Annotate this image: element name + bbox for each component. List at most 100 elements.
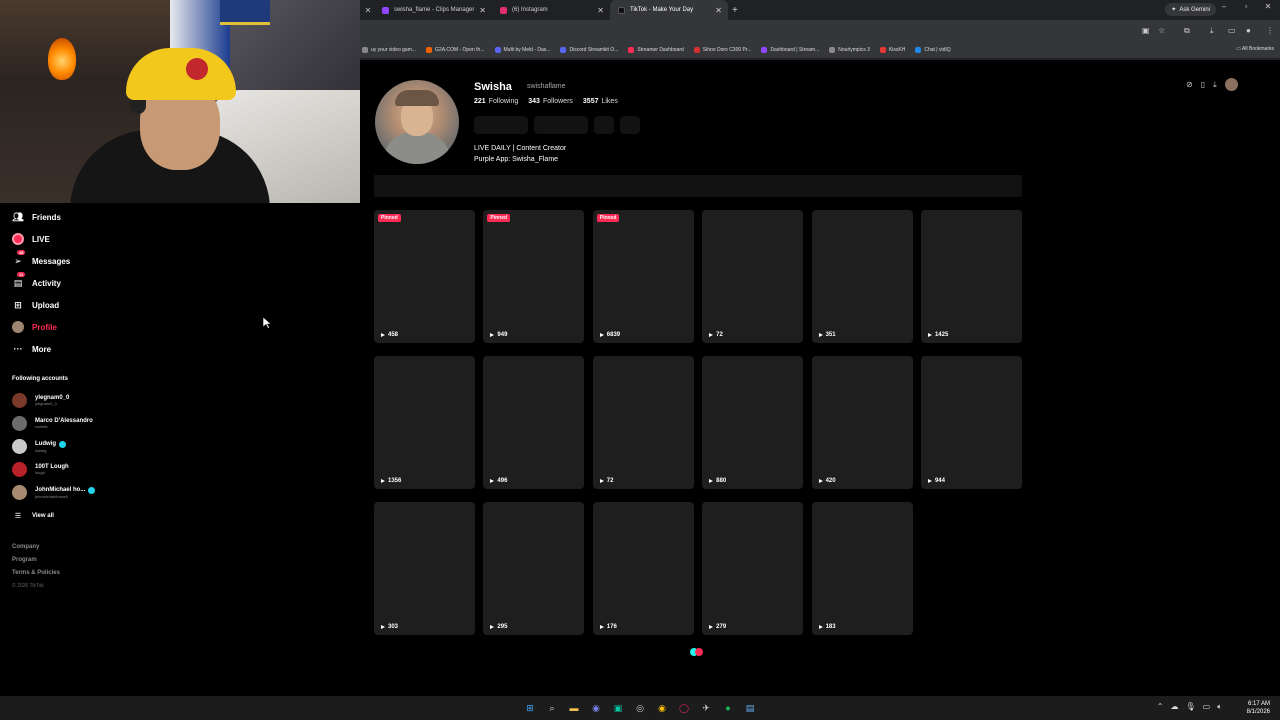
sidebar-item-upload[interactable]: ⊞ Upload [12,299,59,311]
sidepanel-icon[interactable]: ▭ [1228,26,1236,35]
following-account-item[interactable]: Ludwig ludwig [12,439,66,454]
following-account-item[interactable]: Marco D'Alessandro codelis [12,416,93,431]
bookmark-item[interactable]: Discord Streamkit O... [560,47,618,53]
bookmark-item[interactable]: Nourlympics 3 [829,47,870,53]
system-clock[interactable]: 6:17 AM 8/1/2026 [1247,700,1270,716]
search-icon[interactable]: ⌕ [544,700,560,716]
followers-stat[interactable]: 343 Followers [528,98,573,105]
sidebar-item-live[interactable]: LIVE [12,233,50,245]
speaker-icon[interactable]: 🔈︎ [1217,702,1222,712]
bookmark-item[interactable]: G2A.COM - Open th... [426,47,485,53]
video-card[interactable]: 496 [483,356,585,489]
windows-start-icon[interactable]: ⊞ [522,700,538,716]
steam-icon[interactable]: ✈︎ [698,700,714,716]
video-card[interactable]: 72 [592,356,694,489]
bookmark-item[interactable]: Streamer Dashboard [628,47,684,53]
sidebar-item-more[interactable]: ··· More [12,343,52,355]
download-icon[interactable]: ⤓ [1210,26,1214,36]
video-card[interactable]: 1356 [374,356,475,489]
cloud-icon[interactable]: ☁︎ [1170,702,1178,712]
video-grid: Pinned 458 Pinned 949 Pinned 6839 72 351 1425 135… [374,210,1022,635]
video-card[interactable]: 72 [702,210,804,343]
footer-link-program[interactable]: Program [12,557,37,563]
video-card[interactable]: 1425 [920,210,1022,343]
all-bookmarks-button[interactable]: ▭ All Bookmarks [1236,46,1274,52]
edit-profile-button[interactable] [474,116,528,134]
app-icon[interactable]: ▣ [610,700,626,716]
profile-avatar[interactable] [375,80,459,164]
following-account-item[interactable]: ylegnam0_0 ylegnam0_0 [12,393,69,408]
tab-instagram[interactable]: (6) Instagram ✕ [492,0,610,20]
bookmark-item[interactable]: Chat | vidIQ [915,47,951,53]
sidebar-item-friends[interactable]: 👥︎ Friends [12,211,61,223]
play-icon [818,625,823,629]
chrome-icon[interactable]: ◉ [654,700,670,716]
video-card[interactable]: 279 [702,502,804,635]
video-card[interactable]: 880 [702,356,804,489]
close-icon[interactable]: ✕ [479,6,486,15]
bookmark-item[interactable]: Dashboard | Stream... [761,47,819,53]
microphone-icon[interactable]: 🎙︎ [1185,702,1195,712]
close-window-button[interactable]: ✕ [1260,2,1276,11]
new-tab-button[interactable]: + [732,5,738,16]
settings-button[interactable] [594,116,614,134]
following-account-item[interactable]: JohnMichael ho... johnmichaelhowell [12,485,96,500]
following-stat[interactable]: 221 Following [474,98,518,105]
bookmark-item[interactable]: uy your video gam... [362,47,416,53]
messages-badge: 48 [17,250,26,255]
chevron-up-icon[interactable]: ⌃ [1157,702,1164,712]
spotify-icon[interactable]: ● [720,700,736,716]
compass-icon[interactable]: ⊘ [1186,80,1193,89]
bookmark-favicon-icon [628,47,635,53]
device-icon[interactable]: ▯ [1201,80,1205,89]
minimize-button[interactable]: – [1216,2,1232,11]
sidebar-item-profile[interactable]: Profile [12,321,57,333]
video-card[interactable]: 183 [811,502,913,635]
close-icon[interactable]: ✕ [715,6,722,15]
discord-icon[interactable]: ◉ [588,700,604,716]
tab-clips-manager[interactable]: swisha_flame - Clips Manager ✕ [374,0,492,20]
view-all-link[interactable]: ☰ View all [12,510,54,522]
play-icon [490,333,495,337]
obs-icon[interactable]: ◎ [632,700,648,716]
bookmark-item[interactable]: KissKH [879,47,905,53]
video-card[interactable]: 303 [374,502,475,635]
profile-avatar-icon[interactable]: ● [1246,26,1251,35]
video-card[interactable]: 295 [483,502,585,635]
sidebar-item-activity[interactable]: ▤ 11 Activity [12,272,61,289]
video-card[interactable]: 176 [592,502,694,635]
network-icon[interactable]: ▭ [1203,702,1211,712]
video-card[interactable]: Pinned 458 [374,210,475,343]
footer-link-terms[interactable]: Terms & Policies [12,570,60,576]
promote-button[interactable] [534,116,588,134]
view-count: 279 [709,624,726,630]
video-card[interactable]: Pinned 949 [483,210,585,343]
following-account-item[interactable]: 100T Lough lough [12,462,69,477]
cast-icon[interactable]: ▣ [1142,26,1150,35]
footer-link-company[interactable]: Company [12,544,39,550]
video-card[interactable]: Pinned 6839 [592,210,694,343]
maximize-button[interactable]: ▫ [1238,2,1254,11]
profile-tabs-bar[interactable] [374,175,1022,197]
notepad-icon[interactable]: ▤ [742,700,758,716]
star-icon[interactable]: ☆ [1158,26,1165,35]
video-card[interactable]: 944 [920,356,1022,489]
extensions-icon[interactable]: ⧉ [1184,26,1190,36]
download-icon[interactable]: ⤓ [1213,80,1217,90]
share-button[interactable] [620,116,640,134]
bookmark-item[interactable]: Multi by Meld - Das... [494,47,550,53]
sidebar-item-messages[interactable]: ➢ 48 Messages [12,250,70,267]
view-count: 351 [818,332,836,338]
close-icon[interactable]: ✕ [597,6,604,15]
ask-gemini-button[interactable]: ✦ Ask Gemini [1165,3,1216,16]
bookmark-favicon-icon [761,47,768,53]
tab-tiktok[interactable]: TikTok - Make Your Day ✕ [610,0,728,20]
close-icon[interactable]: ✕ [362,6,374,15]
video-card[interactable]: 351 [811,210,913,343]
video-card[interactable]: 420 [811,356,913,489]
file-explorer-icon[interactable]: ▬ [566,700,582,716]
menu-icon[interactable]: ⋮ [1266,26,1274,35]
opera-icon[interactable]: ◯ [676,700,692,716]
bookmark-item[interactable]: Sihoo Doro C300 Pr... [693,47,751,53]
avatar[interactable] [1224,78,1238,91]
